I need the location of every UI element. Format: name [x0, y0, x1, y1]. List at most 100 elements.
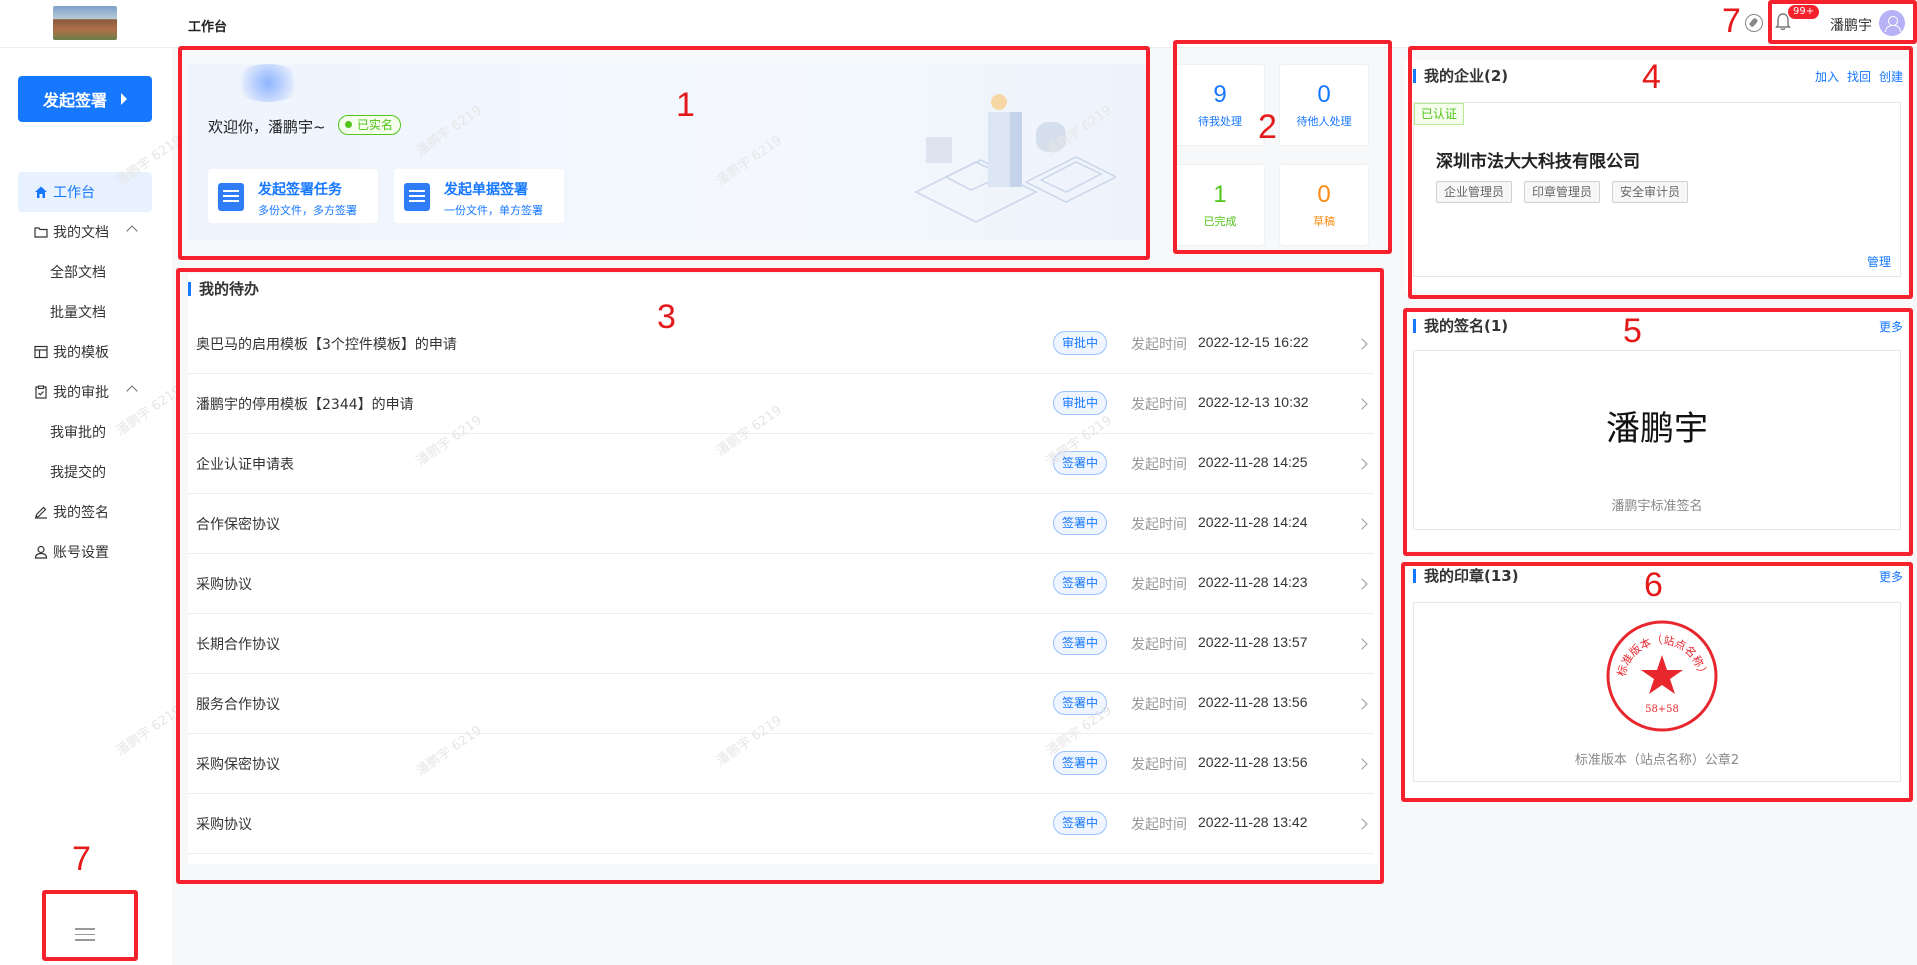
todo-row[interactable]: 服务合作协议 签署中 发起时间 2022-11-28 13:56 — [188, 674, 1374, 734]
sidebar-item-workbench[interactable]: 工作台 — [18, 172, 152, 212]
chevron-right-icon — [1356, 698, 1368, 710]
chevron-right-icon — [1356, 338, 1368, 350]
stat-drafts[interactable]: 0 草稿 — [1279, 164, 1369, 246]
todo-row[interactable]: 长期合作协议 签署中 发起时间 2022-11-28 13:57 — [188, 614, 1374, 674]
stat-label: 已完成 — [1203, 215, 1237, 228]
retrieve-link[interactable]: 找回 — [1847, 68, 1871, 85]
todo-title: 采购协议 — [196, 577, 252, 593]
sidebar-item-all-docs[interactable]: 全部文档 — [18, 252, 152, 292]
seal-card[interactable]: 标准版本（站点名称） 58+58 标准版本（站点名称）公章2 — [1413, 602, 1901, 782]
compass-icon[interactable] — [1745, 14, 1763, 32]
annotation-label-7-top: 7 — [1722, 2, 1741, 40]
stat-pending-others[interactable]: 0 待他人处理 — [1279, 64, 1369, 146]
stat-label: 待他人处理 — [1296, 115, 1352, 128]
todo-title: 潘鹏宇的停用模板【2344】的申请 — [196, 397, 414, 413]
form-icon — [404, 183, 430, 211]
todo-time: 2022-11-28 13:57 — [1198, 634, 1308, 650]
annotation-label-1: 1 — [676, 86, 695, 124]
todo-row[interactable]: 合作保密协议 签署中 发起时间 2022-11-28 14:24 — [188, 494, 1374, 554]
todo-time: 2022-11-28 13:42 — [1198, 814, 1308, 830]
todo-title: 企业认证申请表 — [196, 457, 294, 473]
sidebar-item-label: 我提交的 — [50, 465, 106, 481]
todo-row[interactable]: 采购协议 签署中 发起时间 2022-11-28 13:42 — [188, 794, 1374, 854]
stat-number: 0 — [1317, 81, 1331, 108]
annotation-label-7-bottom: 7 — [72, 840, 91, 878]
sidebar-item-submitted-by-me[interactable]: 我提交的 — [18, 452, 152, 492]
todo-time: 2022-12-15 16:22 — [1198, 334, 1309, 350]
chevron-up-icon — [126, 385, 138, 397]
stats-panel: 9 待我处理 0 待他人处理 1 已完成 0 草稿 — [1175, 64, 1373, 246]
todo-row[interactable]: 潘鹏宇的停用模板【2344】的申请 审批中 发起时间 2022-12-13 10:32 — [188, 374, 1374, 434]
todo-row[interactable]: 企业认证申请表 签署中 发起时间 2022-11-28 14:25 — [188, 434, 1374, 494]
logo[interactable] — [53, 6, 117, 40]
status-badge: 签署中 — [1053, 571, 1108, 595]
start-sign-label: 发起签署 — [42, 91, 107, 110]
clipboard-icon — [34, 385, 48, 399]
annotation-label-5: 5 — [1623, 312, 1642, 350]
todo-title: 采购保密协议 — [196, 757, 280, 773]
time-label: 发起时间 — [1131, 337, 1187, 353]
sidebar-item-batch-docs[interactable]: 批量文档 — [18, 292, 152, 332]
sidebar-item-label: 我的签名 — [53, 505, 109, 521]
stat-label: 待我处理 — [1198, 115, 1242, 128]
sidebar-item-my-approvals[interactable]: 我的审批 — [18, 372, 152, 412]
decorative-illustration — [914, 94, 1116, 223]
time-label: 发起时间 — [1131, 757, 1187, 773]
home-icon — [34, 185, 48, 199]
decorative-orb — [233, 64, 303, 102]
todo-row[interactable]: 采购协议 签署中 发起时间 2022-11-28 14:23 — [188, 554, 1374, 614]
annotation-label-3: 3 — [657, 298, 676, 336]
section-title: 我的印章(13) — [1413, 569, 1519, 584]
signature-caption: 潘鹏宇标准签名 — [1611, 499, 1703, 514]
user-name[interactable]: 潘鹏宇 — [1830, 15, 1872, 35]
signature-card[interactable]: 潘鹏宇 潘鹏宇标准签名 — [1413, 350, 1901, 530]
document-icon — [218, 183, 244, 211]
create-link[interactable]: 创建 — [1879, 68, 1903, 85]
sidebar: 发起签署 工作台 我的文档 全部文档 批量文档 我的模板 我的审批 我审批的 我… — [0, 48, 172, 965]
todo-panel: 我的待办 奥巴马的启用模板【3个控件模板】的申请 审批中 发起时间 2022-12-1… — [188, 274, 1378, 864]
todo-time: 2022-12-13 10:32 — [1198, 394, 1309, 410]
sidebar-item-label: 账号设置 — [53, 545, 109, 561]
user-icon — [34, 545, 48, 559]
more-link[interactable]: 更多 — [1879, 318, 1903, 335]
stat-number: 0 — [1317, 181, 1331, 208]
sidebar-item-my-signature[interactable]: 我的签名 — [18, 492, 152, 532]
card-subtitle: 多份文件，多方签署 — [258, 204, 357, 217]
sidebar-item-my-docs[interactable]: 我的文档 — [18, 212, 152, 252]
enterprise-card[interactable]: 已认证 深圳市法大大科技有限公司 企业管理员 印章管理员 安全审计员 管理 — [1413, 102, 1901, 277]
sidebar-item-my-templates[interactable]: 我的模板 — [18, 332, 152, 372]
stat-label: 草稿 — [1313, 215, 1335, 228]
sidebar-item-approved-by-me[interactable]: 我审批的 — [18, 412, 152, 452]
role-tag: 印章管理员 — [1524, 181, 1601, 203]
avatar[interactable] — [1879, 10, 1905, 36]
todo-time: 2022-11-28 13:56 — [1198, 694, 1308, 710]
notification-badge: 99+ — [1788, 5, 1820, 19]
chevron-right-icon — [1356, 458, 1368, 470]
time-label: 发起时间 — [1131, 397, 1187, 413]
annotation-label-4: 4 — [1642, 58, 1661, 96]
stat-number: 9 — [1213, 81, 1227, 108]
manage-link[interactable]: 管理 — [1867, 253, 1891, 270]
start-sign-button[interactable]: 发起签署 — [18, 76, 152, 122]
card-subtitle: 一份文件，单方签署 — [444, 204, 543, 217]
status-badge: 审批中 — [1053, 331, 1108, 355]
join-link[interactable]: 加入 — [1815, 68, 1839, 85]
more-link[interactable]: 更多 — [1879, 568, 1903, 585]
stat-completed[interactable]: 1 已完成 — [1175, 164, 1265, 246]
todo-time: 2022-11-28 14:25 — [1198, 454, 1308, 470]
stat-pending-me[interactable]: 9 待我处理 — [1175, 64, 1265, 146]
sidebar-item-label: 全部文档 — [50, 265, 106, 281]
sidebar-item-label: 我的文档 — [53, 225, 109, 241]
start-form-sign-card[interactable]: 发起单据签署 一份文件，单方签署 — [394, 169, 564, 223]
todo-row[interactable]: 奥巴马的启用模板【3个控件模板】的申请 审批中 发起时间 2022-12-15 16:… — [188, 314, 1374, 374]
start-sign-task-card[interactable]: 发起签署任务 多份文件，多方签署 — [208, 169, 378, 223]
signature-panel: 我的签名(1) 更多 潘鹏宇 潘鹏宇标准签名 — [1405, 310, 1907, 550]
certified-badge: 已认证 — [1414, 103, 1465, 125]
sidebar-item-account-settings[interactable]: 账号设置 — [18, 532, 152, 572]
top-bar: 工作台 99+ 潘鹏宇 — [0, 0, 1917, 48]
todo-row[interactable]: 采购保密协议 签署中 发起时间 2022-11-28 13:56 — [188, 734, 1374, 794]
seal-caption: 标准版本（站点名称）公章2 — [1574, 753, 1740, 768]
chevron-right-icon — [1356, 578, 1368, 590]
collapse-sidebar-icon[interactable] — [75, 928, 95, 944]
annotation-label-2: 2 — [1258, 108, 1277, 146]
